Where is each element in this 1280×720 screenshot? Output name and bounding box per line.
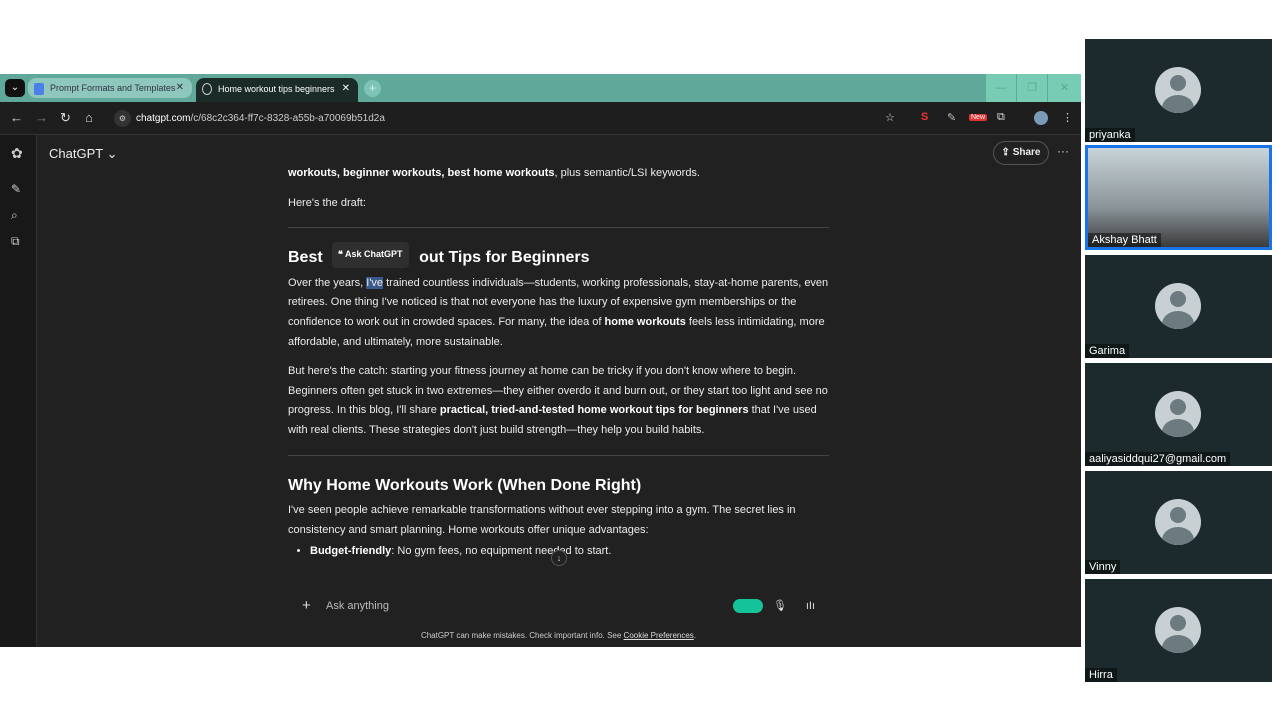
forward-icon[interactable]: → — [35, 110, 48, 125]
extension-feather-icon[interactable]: ✎ — [947, 111, 956, 124]
scroll-down-button[interactable]: ↓ — [551, 550, 567, 566]
bold-text: workouts, beginner workouts, best home w… — [288, 167, 555, 179]
participant-name: Hirra — [1085, 668, 1117, 682]
participant-tile[interactable]: Garima — [1085, 255, 1272, 358]
text: : No gym fees, no equipment needed to st… — [391, 545, 612, 558]
close-tab-icon[interactable]: ✕ — [342, 78, 350, 100]
close-window-button[interactable]: ✕ — [1048, 74, 1081, 102]
extensions-puzzle-icon[interactable]: ⧉ — [997, 111, 1005, 124]
participant-tile[interactable]: priyanka — [1085, 39, 1272, 142]
participant-name: aaliyasiddqui27@gmail.com — [1085, 452, 1231, 466]
divider — [288, 454, 829, 456]
minimize-button[interactable]: — — [986, 74, 1016, 102]
disclaimer: ChatGPT can make mistakes. Check importa… — [288, 631, 829, 640]
url-input[interactable]: ⚙ chatgpt.com/c/68c2c364-ff7c-8328-a55b-a… — [110, 107, 870, 130]
address-bar-row: ← → ↻ ⌂ ⚙ chatgpt.com/c/68c2c364-ff7c-832… — [0, 102, 1081, 135]
bold-text: home workouts — [604, 315, 686, 328]
new-chat-icon[interactable]: ✎ — [11, 182, 21, 196]
openai-logo-icon[interactable]: ✿ — [11, 145, 23, 162]
paragraph-3: I've seen people achieve remarkable tran… — [288, 504, 796, 536]
tab-label: Home workout tips beginners — [218, 84, 335, 94]
participant-tile[interactable]: Hirra — [1085, 579, 1272, 682]
avatar — [1155, 391, 1201, 437]
avatar — [1155, 67, 1201, 113]
chevron-down-icon: ⌄ — [106, 146, 118, 161]
browser-window: ⌄ Prompt Formats and Templates ✕ Home wor… — [0, 74, 1081, 647]
ask-chatgpt-popup[interactable]: ❝ Ask ChatGPT — [332, 242, 409, 268]
bookmark-star-icon[interactable]: ☆ — [885, 111, 895, 124]
browser-menu-icon[interactable]: ⋮ — [1062, 111, 1073, 124]
extension-s-icon[interactable]: S — [921, 111, 928, 123]
participant-name: Akshay Bhatt — [1088, 233, 1161, 247]
model-name: ChatGPT — [49, 146, 103, 161]
paragraph-2: But here's the catch: starting your fitn… — [288, 362, 829, 440]
participant-tile-active-video[interactable]: Akshay Bhatt — [1085, 145, 1272, 250]
avatar — [1155, 283, 1201, 329]
library-icon[interactable]: ⧉ — [11, 234, 20, 249]
chat-response: workouts, beginner workouts, best home w… — [288, 164, 829, 562]
grammarly-icon[interactable] — [733, 599, 763, 613]
site-info-icon[interactable]: ⚙ — [114, 110, 131, 127]
model-selector[interactable]: ChatGPT ⌄ — [49, 146, 117, 162]
share-icon: ⇪ — [1001, 147, 1010, 158]
new-tab-button[interactable]: + — [364, 80, 381, 97]
period: . — [693, 631, 697, 640]
maximize-button[interactable]: ❐ — [1017, 74, 1047, 102]
title-part: out Tips for Beginners — [419, 249, 590, 267]
profile-avatar[interactable] — [1034, 111, 1048, 125]
participant-name: Garima — [1085, 344, 1130, 358]
plus-icon[interactable]: + — [302, 591, 311, 621]
url-domain: chatgpt.com — [136, 113, 191, 124]
ask-chatgpt-label: Ask ChatGPT — [345, 249, 403, 260]
chat-input[interactable]: + Ask anything 🎙 ıIı — [288, 591, 829, 621]
tab-search-button[interactable]: ⌄ — [5, 79, 25, 97]
chatgpt-sidebar: ✿ ✎ ⌕ ⧉ — [0, 135, 37, 647]
back-icon[interactable]: ← — [10, 110, 23, 125]
draft-label: Here's the draft: — [288, 196, 366, 209]
participant-tile[interactable]: aaliyasiddqui27@gmail.com — [1085, 363, 1272, 466]
microphone-icon[interactable]: 🎙 — [773, 591, 787, 621]
close-tab-icon[interactable]: ✕ — [176, 78, 184, 98]
participant-name: priyanka — [1085, 128, 1135, 142]
tab-home-workout[interactable]: Home workout tips beginners ✕ — [196, 78, 358, 102]
reload-icon[interactable]: ↻ — [60, 110, 71, 126]
cookie-preferences-link[interactable]: Cookie Preferences — [624, 631, 694, 640]
url-path: /c/68c2c364-ff7c-8328-a55b-a70069b51d2a — [190, 113, 385, 124]
paragraph-1: Over the years, I've trained countless i… — [288, 274, 829, 352]
participant-tile[interactable]: Vinny — [1085, 471, 1272, 574]
list-item: Budget-friendly: No gym fees, no equipme… — [310, 542, 829, 562]
avatar — [1155, 607, 1201, 653]
disclaimer-text: ChatGPT can make mistakes. Check importa… — [420, 631, 624, 640]
more-options-icon[interactable]: ··· — [1057, 144, 1069, 158]
chatgpt-icon — [202, 83, 212, 95]
bold-text: Budget-friendly — [310, 545, 392, 558]
text: Over the years, — [288, 276, 367, 289]
search-icon[interactable]: ⌕ — [11, 208, 18, 223]
participant-name: Vinny — [1085, 560, 1121, 574]
tab-prompt-formats[interactable]: Prompt Formats and Templates ✕ — [28, 78, 192, 98]
voice-mode-icon[interactable]: ıIı — [806, 591, 815, 621]
article-title: Best out Tips for Beginners ❝ Ask ChatGPT — [288, 242, 829, 268]
share-button[interactable]: ⇪ Share — [993, 141, 1049, 165]
title-part: Best — [288, 249, 328, 267]
selected-text[interactable]: I've — [366, 276, 384, 289]
home-icon[interactable]: ⌂ — [85, 110, 93, 125]
avatar — [1155, 499, 1201, 545]
tab-bar: ⌄ Prompt Formats and Templates ✕ Home wor… — [0, 74, 1081, 102]
text: , plus semantic/LSI keywords. — [554, 167, 700, 179]
bold-text: practical, tried-and-tested home workout… — [439, 404, 749, 417]
input-placeholder: Ask anything — [326, 600, 389, 612]
intro-paragraph: workouts, beginner workouts, best home w… — [288, 164, 829, 184]
docs-icon — [34, 83, 44, 95]
section-heading: Why Home Workouts Work (When Done Right) — [288, 476, 642, 494]
share-label: Share — [1012, 147, 1041, 158]
divider — [288, 227, 829, 229]
extension-new-badge[interactable]: New — [969, 114, 988, 121]
tab-label: Prompt Formats and Templates — [50, 83, 176, 93]
